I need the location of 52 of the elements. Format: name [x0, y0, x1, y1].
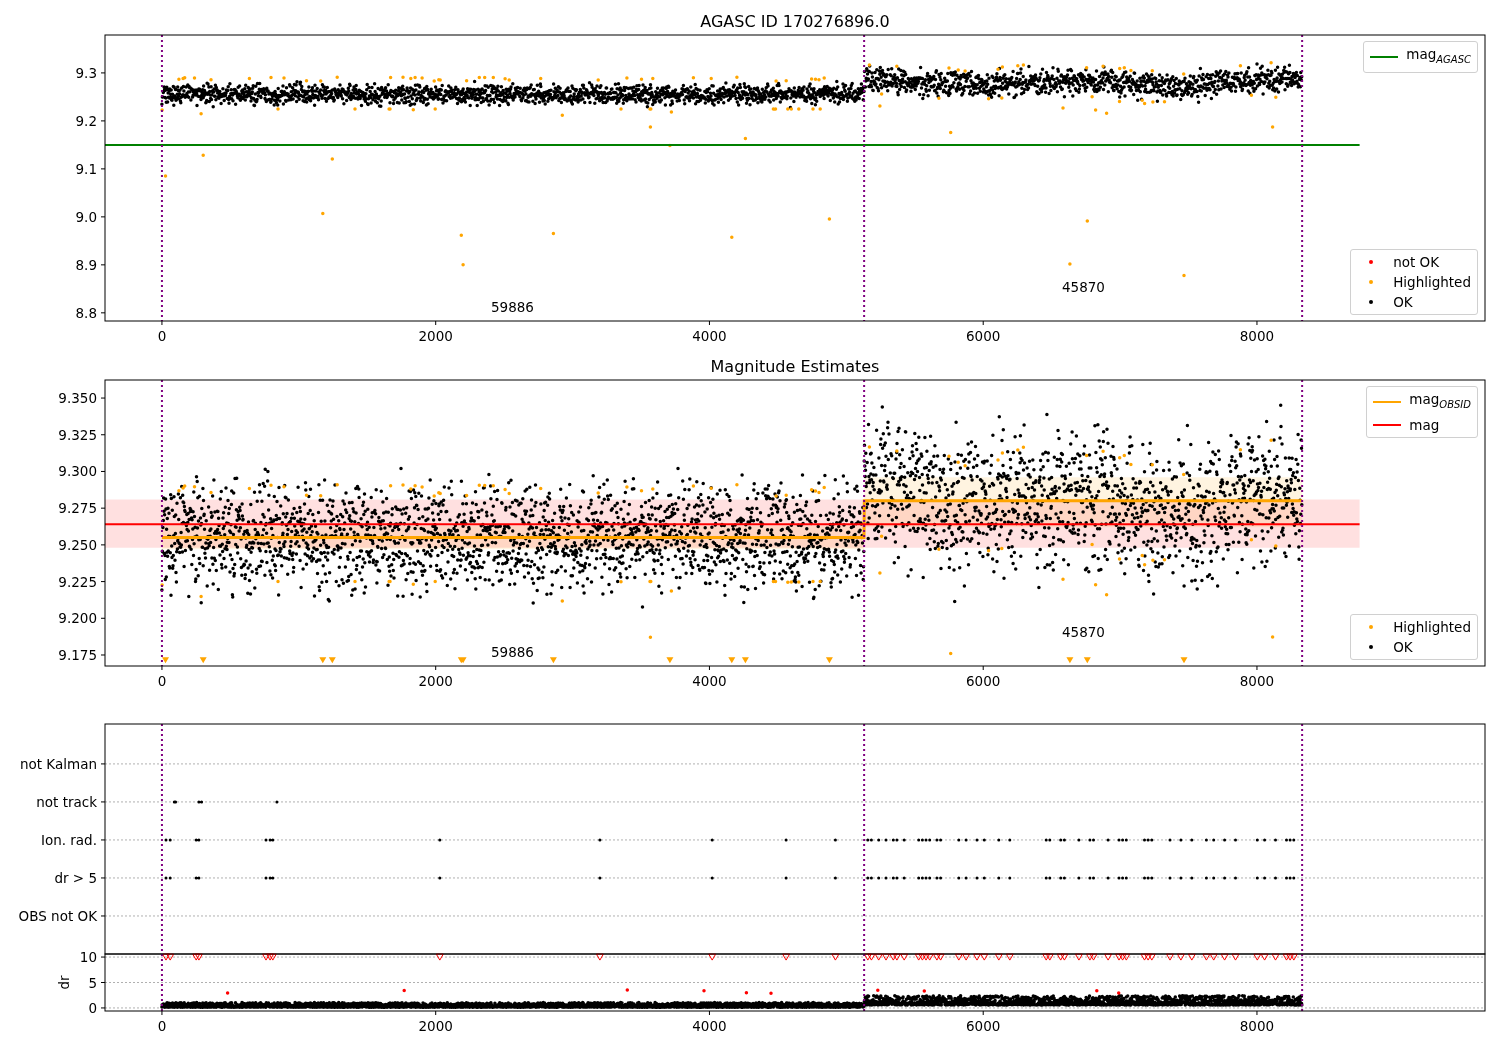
tick-label: 8000 — [1239, 1018, 1275, 1034]
legend-label: Highlighted — [1393, 618, 1471, 636]
annotation-label: 45870 — [1062, 624, 1105, 640]
tick-label: 9.325 — [58, 426, 97, 443]
legend-label: mag$_{AGASC}$ — [1406, 45, 1471, 67]
tick-label: 9.200 — [58, 610, 97, 627]
annotation-label: 45870 — [1062, 279, 1105, 295]
tick-label: 9.3 — [75, 64, 97, 81]
tick-label: 9.250 — [58, 536, 97, 553]
axis-label: dr — [56, 975, 72, 990]
legend-label: OK — [1393, 638, 1413, 656]
tick-label: dr > 5 — [54, 869, 97, 886]
tick-label: 8.8 — [75, 304, 97, 321]
tick-label: 9.225 — [58, 573, 97, 590]
tick-label: 8000 — [1239, 328, 1275, 344]
tick-label: 0 — [157, 328, 167, 344]
tick-label: not track — [36, 793, 97, 810]
legend-label: mag$_{OBSID}$ — [1409, 390, 1471, 412]
tick-label: not Kalman — [19, 755, 97, 772]
tick-label: 6000 — [966, 1018, 1001, 1034]
tick-label: 9.1 — [75, 160, 97, 177]
annotation-label: 59886 — [491, 644, 534, 660]
tick-label: 4000 — [692, 1018, 727, 1034]
tick-label: 9.350 — [58, 390, 97, 407]
tick-label: 9.275 — [58, 500, 97, 517]
chart-title: AGASC ID 170276896.0 — [700, 12, 890, 31]
tick-label: 9.300 — [58, 463, 97, 480]
tick-label: 9.175 — [58, 647, 97, 663]
tick-label: 6000 — [966, 328, 1001, 344]
tick-label: 4000 — [692, 673, 727, 689]
annotation-label: 59886 — [491, 299, 534, 315]
tick-label: 2000 — [418, 328, 453, 344]
legend-label: mag — [1409, 415, 1440, 434]
tick-label: 8000 — [1239, 673, 1275, 689]
legend-label: not OK — [1393, 253, 1440, 271]
tick-label: 0 — [88, 999, 97, 1016]
tick-label: OBS not OK — [18, 908, 97, 924]
chart-title: Magnitude Estimates — [710, 357, 880, 376]
legend-label: OK — [1393, 293, 1413, 311]
legend-label: Highlighted — [1393, 273, 1471, 291]
tick-label: 4000 — [692, 328, 727, 344]
tick-label: Ion. rad. — [40, 831, 97, 848]
tick-label: 2000 — [418, 1018, 453, 1034]
tick-label: 0 — [157, 673, 167, 689]
tick-label: 2000 — [418, 673, 453, 689]
tick-label: 9.2 — [75, 112, 97, 129]
tick-label: 8.9 — [75, 256, 97, 273]
tick-label: 0 — [157, 1018, 167, 1034]
tick-label: 6000 — [966, 673, 1001, 689]
tick-label: 9.0 — [75, 208, 97, 225]
tick-label: 5 — [88, 974, 97, 991]
tick-label: 10 — [79, 949, 97, 966]
